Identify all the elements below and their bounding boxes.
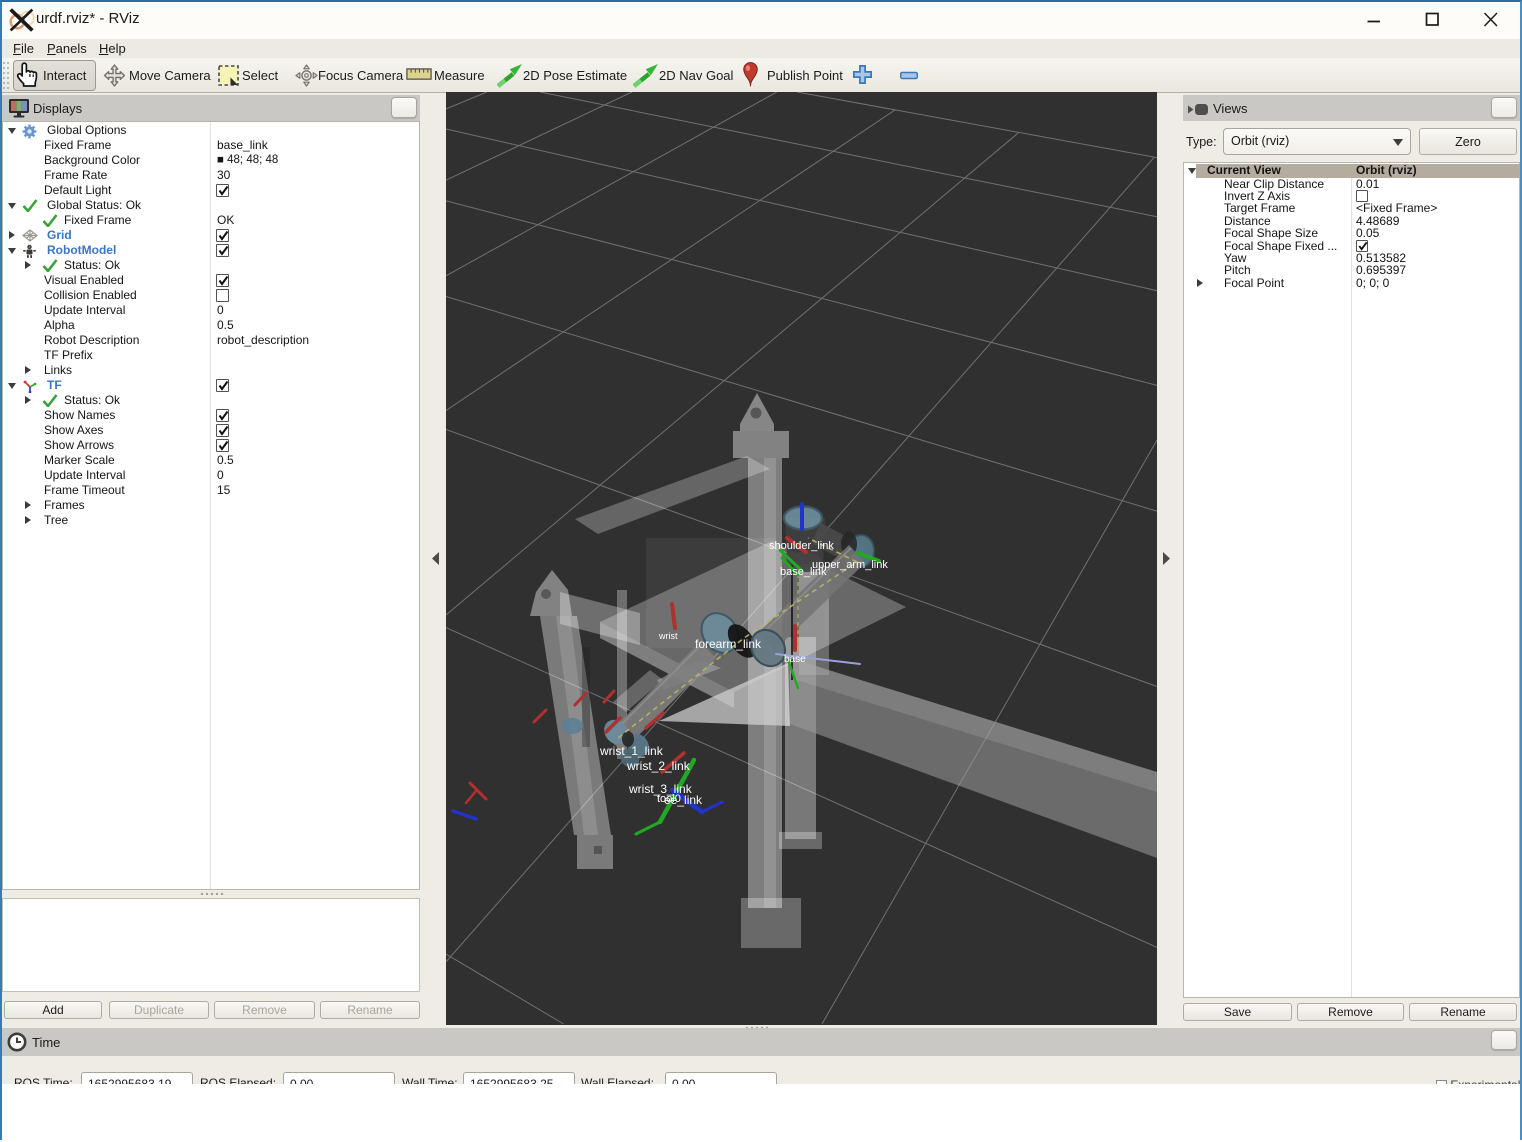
svg-text:forearm_link: forearm_link <box>695 637 762 651</box>
svg-text:base: base <box>784 654 806 665</box>
svg-text:wrist_1_link: wrist_1_link <box>599 744 664 758</box>
svg-text:wrist_2_link: wrist_2_link <box>626 759 691 773</box>
svg-text:tool0: tool0 <box>657 793 681 805</box>
svg-text:shoulder_link: shoulder_link <box>769 540 834 552</box>
svg-text:base_link: base_link <box>780 566 827 578</box>
svg-text:wrist: wrist <box>658 631 678 641</box>
